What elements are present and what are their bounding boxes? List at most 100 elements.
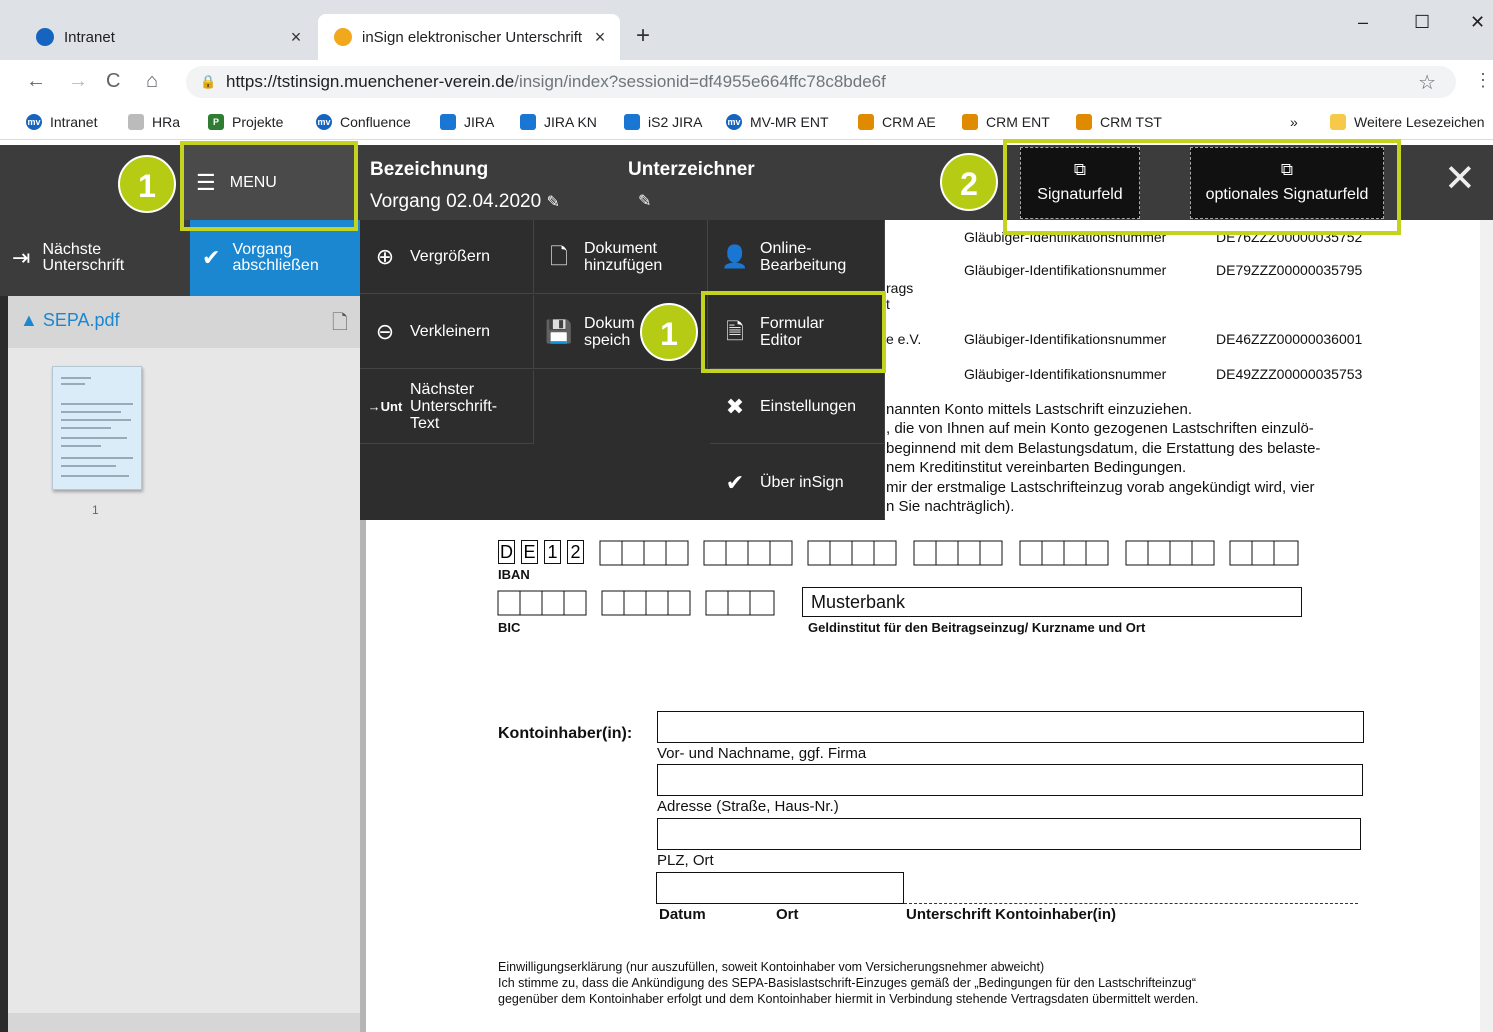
menu-item-next-signature-text[interactable]: →Unt Nächster Unterschrift- Text <box>360 370 534 444</box>
window-close-icon[interactable]: ✕ <box>1470 12 1485 33</box>
close-icon[interactable]: ✕ <box>1444 160 1476 198</box>
bookmark-star-icon[interactable]: ☆ <box>1418 70 1436 95</box>
tab-intranet[interactable]: Intranet × <box>20 14 316 60</box>
consent-line: Ich stimme zu, dass die Ankündigung des … <box>498 976 1197 990</box>
menu-item-zoom-out[interactable]: ⊖ Verkleinern <box>360 295 534 369</box>
edit-pencil-icon[interactable]: ✎ <box>628 191 755 211</box>
save-icon: 💾 <box>545 319 573 344</box>
bic-label: BIC <box>498 620 521 635</box>
menu-item-zoom-in[interactable]: ⊕ Vergrößern <box>360 220 534 294</box>
bookmark-item[interactable]: iS2 JIRA <box>624 114 702 130</box>
highlight-menu <box>180 141 358 231</box>
plz-caption: PLZ, Ort <box>657 852 714 869</box>
new-tab-button[interactable]: + <box>636 22 650 50</box>
reload-icon[interactable]: C <box>106 70 120 93</box>
about-check-icon: ✔ <box>725 469 745 495</box>
menu-item-about[interactable]: ✔ Über inSign <box>710 445 885 519</box>
menu-item-online-editing[interactable]: 👤 Online- Bearbeitung <box>710 220 885 294</box>
doc-text: t <box>886 296 890 312</box>
callout-badge-1: 1 <box>118 155 176 213</box>
creditor-id-value: DE79ZZZ00000035795 <box>1216 262 1363 278</box>
creditor-id-label: Gläubiger-Identifikationsnummer <box>964 366 1167 382</box>
other-bookmarks[interactable]: Weitere Lesezeichen <box>1330 114 1484 130</box>
doc-text-line: , die von Ihnen auf mein Konto gezogenen… <box>886 420 1314 437</box>
url-bar[interactable]: 🔒 https://tstinsign.muenchener-verein.de… <box>186 66 1456 98</box>
bookmarks-more-button[interactable]: » <box>1290 114 1298 130</box>
edit-pencil-icon[interactable]: ✎ <box>546 194 559 211</box>
iban-char-box[interactable]: D <box>498 540 515 564</box>
bookmark-item[interactable]: P Projekte <box>208 114 283 130</box>
iban-char-box[interactable]: E <box>521 540 538 564</box>
bic-boxes[interactable] <box>496 590 780 616</box>
bookmark-item[interactable]: mv Intranet <box>26 114 97 130</box>
file-header[interactable]: ▲ SEPA.pdf 🗋 <box>8 296 360 348</box>
designation-value[interactable]: Vorgang 02.04.2020 ✎ <box>370 191 560 213</box>
place-caption: Ort <box>776 906 799 923</box>
home-icon[interactable]: ⌂ <box>146 70 158 93</box>
bookmark-item[interactable]: mv Confluence <box>316 114 411 130</box>
bookmark-item[interactable]: mv MV-MR ENT <box>726 114 829 130</box>
settings-tools-icon: ✖ <box>725 394 745 419</box>
iban-char-box[interactable]: 1 <box>544 540 561 564</box>
scrollbar[interactable] <box>1480 220 1493 1032</box>
creditor-id-label: Gläubiger-Identifikationsnummer <box>964 262 1167 278</box>
bookmark-item[interactable]: JIRA KN <box>520 114 597 130</box>
next-signature-button[interactable]: ⇥ Nächste Unterschrift <box>0 220 190 296</box>
menu-item-settings[interactable]: ✖ Einstellungen <box>710 370 885 444</box>
highlight-form-editor <box>701 291 886 373</box>
doc-text-line: nem Kreditinstitut vereinbarten Bedingun… <box>886 459 1187 476</box>
callout-badge-2: 2 <box>940 153 998 211</box>
bookmark-item[interactable]: CRM ENT <box>962 114 1050 130</box>
designation-title: Bezeichnung <box>370 159 489 180</box>
tab-close-icon[interactable]: × <box>284 27 308 48</box>
iban-boxes[interactable] <box>598 540 1308 566</box>
signer-column: Unterzeichner ✎ <box>628 159 755 211</box>
add-document-icon: 🗋 <box>550 244 568 269</box>
iban-char-box[interactable]: 2 <box>567 540 584 564</box>
screen: Intranet × inSign elektronischer Untersc… <box>0 0 1493 1032</box>
menu-item-add-document[interactable]: 🗋 Dokument hinzufügen <box>534 220 708 294</box>
date-caption: Datum <box>659 906 706 923</box>
bookmark-item[interactable]: CRM TST <box>1076 114 1162 130</box>
iban-label: IBAN <box>498 567 530 582</box>
account-owner-label: Kontoinhaber(in): <box>498 725 633 742</box>
bank-caption: Geldinstitut für den Beitragseinzug/ Kur… <box>808 620 1146 635</box>
intranet-favicon-icon <box>36 28 54 46</box>
forward-icon[interactable]: → <box>68 70 88 93</box>
callout-badge-1: 1 <box>640 303 698 361</box>
owner-name-field[interactable] <box>657 711 1364 743</box>
file-name[interactable]: ▲ SEPA.pdf <box>20 310 120 331</box>
signature-line <box>904 903 1358 904</box>
consent-line: Einwilligungserklärung (nur auszufüllen,… <box>498 960 1045 974</box>
tab-close-icon[interactable]: × <box>588 27 612 48</box>
address-field[interactable] <box>657 764 1363 796</box>
document-icon[interactable]: 🗋 <box>332 308 348 342</box>
name-caption: Vor- und Nachname, ggf. Firma <box>657 745 867 762</box>
consent-line: gegenüber dem Kontoinhaber erfolgt und d… <box>498 992 1199 1006</box>
bookmark-item[interactable]: HRa <box>128 114 180 130</box>
tab-insign[interactable]: inSign elektronischer Unterschrift × <box>318 14 620 60</box>
page-number: 1 <box>92 503 99 517</box>
document-sidebar: ⇥ Nächste Unterschrift ✔ Vorgang abschließ… <box>0 220 368 1032</box>
plz-field[interactable] <box>657 818 1361 850</box>
bookmark-item[interactable]: JIRA <box>440 114 494 130</box>
zoom-out-icon: ⊖ <box>375 319 395 344</box>
next-signature-icon: ⇥ <box>12 245 31 270</box>
creditor-id-value: DE46ZZZ00000036001 <box>1216 331 1363 347</box>
url-text: https://tstinsign.muenchener-verein.de/i… <box>226 72 886 91</box>
insign-favicon-icon <box>334 28 352 46</box>
date-place-field[interactable] <box>656 872 904 904</box>
back-icon[interactable]: ← <box>26 70 46 93</box>
checkmark-icon: ✔ <box>202 245 221 270</box>
creditor-id-value: DE49ZZZ00000035753 <box>1216 366 1363 382</box>
finish-process-button[interactable]: ✔ Vorgang abschließen <box>190 220 368 296</box>
page-thumbnail[interactable] <box>52 366 142 490</box>
maximize-icon[interactable]: ☐ <box>1414 12 1430 33</box>
doc-text-line: n Sie nachträglich). <box>886 498 1015 515</box>
highlight-signature-fields <box>1003 139 1401 235</box>
more-menu-icon[interactable]: ⋮ <box>1474 70 1492 91</box>
bank-name-field[interactable]: Musterbank <box>802 587 1302 617</box>
minimize-icon[interactable]: – <box>1358 12 1368 33</box>
bookmark-item[interactable]: CRM AE <box>858 114 936 130</box>
creditor-id-label: Gläubiger-Identifikationsnummer <box>964 331 1167 347</box>
